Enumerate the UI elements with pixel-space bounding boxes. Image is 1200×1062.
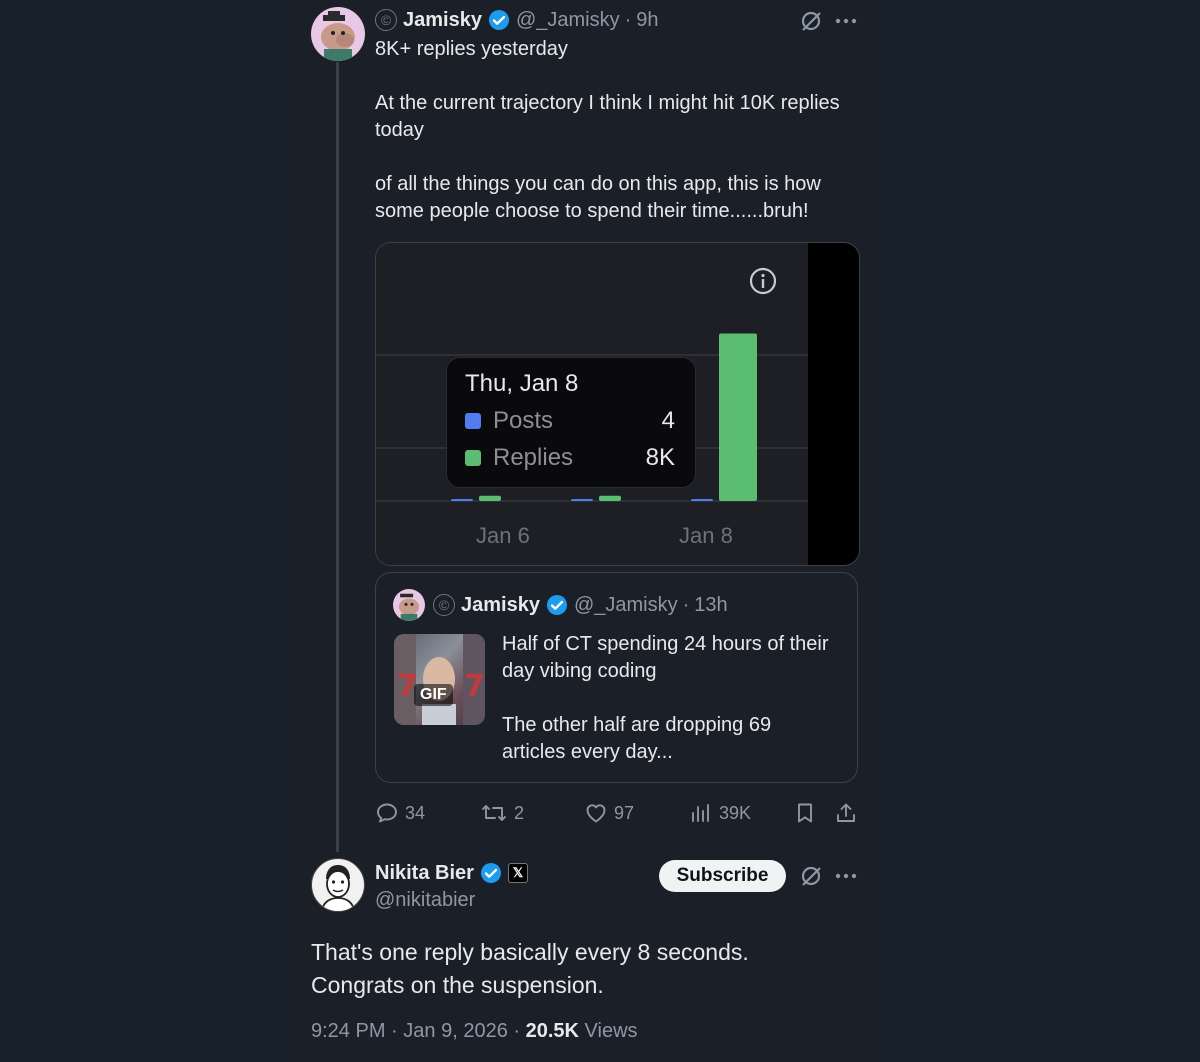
more-icon[interactable] [834,862,858,890]
bar-posts[interactable] [571,499,593,501]
chart-image[interactable]: Jan 6 Jan 8 Thu, Jan 8 Posts 4 Replies 8… [375,242,860,566]
view-count: 39K [719,802,752,823]
reply-author-name[interactable]: Nikita Bier [375,862,474,885]
copyright-icon: © [375,9,397,31]
copyright-icon: © [433,594,455,616]
verified-badge-icon [546,594,568,616]
quoted-text: Half of CT spending 24 hours of their da… [502,631,832,793]
bar-replies[interactable] [479,495,501,501]
post-paragraph: of all the things you can do on this app… [375,173,821,222]
thread-connector-line [336,62,339,852]
like-button[interactable]: 97 [584,801,634,825]
grok-icon[interactable] [798,8,824,34]
nikita-avatar[interactable] [311,858,365,912]
replies-legend-swatch [465,450,481,466]
bookmark-icon [798,803,812,823]
reply-metadata: 9:24 PM · Jan 9, 2026 · 20.5K Views [311,1020,638,1043]
reply-text: That's one reply basically every 8 secon… [311,936,871,1002]
reply-count: 34 [405,802,426,823]
repost-count: 2 [514,802,525,823]
reply-time[interactable]: 9:24 PM [311,1020,385,1042]
subscribe-button[interactable]: Subscribe [659,860,786,892]
quoted-header: © Jamisky @_Jamisky · 13h [433,591,728,619]
reply-views-label: Views [584,1020,638,1042]
timeline-page: © Jamisky @_Jamisky · 9h 8K+ replies yes… [0,0,1200,1062]
post-handle[interactable]: @_Jamisky [516,9,620,32]
capybara-avatar-icon [398,593,420,621]
reply-line: That's one reply basically every 8 secon… [311,939,749,965]
grok-icon[interactable] [798,862,824,890]
post-author-name[interactable]: Jamisky [403,9,482,32]
chart-tooltip: Thu, Jan 8 Posts 4 Replies 8K [446,357,696,488]
tooltip-value: 8K [645,444,675,471]
tooltip-row-posts: Posts 4 [465,406,675,436]
quoted-post[interactable]: © Jamisky @_Jamisky · 13h 7 7 GIF Half o… [375,572,858,783]
post-paragraph: At the current trajectory I think I migh… [375,92,840,141]
verified-badge-icon [488,9,510,31]
bar-posts[interactable] [451,499,473,501]
tooltip-value: 4 [661,407,675,434]
gif-badge: GIF [414,684,453,706]
affiliate-x-badge-icon[interactable]: 𝕏 [507,863,528,883]
quoted-paragraph: The other half are dropping 69 articles … [502,714,772,763]
post-text: 8K+ replies yesterday At the current tra… [375,36,845,252]
post-action-bar: 34 2 97 39K [375,801,858,831]
tooltip-date: Thu, Jan 8 [465,370,579,397]
quoted-author-name: Jamisky [461,593,540,616]
heart-icon [586,804,606,823]
reply-button[interactable]: 34 [375,801,425,825]
views-icon [692,804,709,822]
post-header: © Jamisky @_Jamisky · 9h [375,6,659,34]
info-icon[interactable] [748,266,778,301]
header-separator: · [624,8,632,31]
quoted-paragraph: Half of CT spending 24 hours of their da… [502,633,829,682]
gif-thumbnail[interactable]: 7 7 GIF [394,634,485,725]
svg-text:7: 7 [464,669,485,704]
tooltip-label: Replies [493,444,574,471]
reply-handle-row: @nikitabier [375,887,475,913]
jamisky-avatar[interactable] [311,7,365,61]
chart-panel: Jan 6 Jan 8 Thu, Jan 8 Posts 4 Replies 8… [376,243,808,565]
share-icon [837,803,855,822]
reply-icon [377,803,397,823]
slot-machine-image-icon: 7 7 [394,634,485,725]
more-icon[interactable] [834,8,858,34]
share-button[interactable] [834,801,864,825]
tooltip-row-replies: Replies 8K [465,443,675,473]
reply-view-count: 20.5K [525,1020,579,1042]
like-count: 97 [614,802,635,823]
bookmark-button[interactable] [793,801,823,825]
x-tick-label: Jan 6 [476,523,530,548]
post-paragraph: 8K+ replies yesterday [375,38,568,60]
bar-posts[interactable] [691,499,713,501]
repost-icon [482,805,506,821]
reply-date[interactable]: Jan 9, 2026 [403,1020,508,1042]
quoted-time: 13h [694,593,728,616]
tooltip-label: Posts [493,407,554,434]
bar-replies[interactable] [599,495,621,501]
header-separator: · [682,593,690,616]
left-background [0,0,287,1062]
views-button[interactable]: 39K [689,801,751,825]
repost-button[interactable]: 2 [480,801,524,825]
reply-header: Nikita Bier 𝕏 [375,859,528,887]
right-background [882,0,1200,1062]
meta-separator: · [391,1020,398,1042]
reply-line: Congrats on the suspension. [311,972,604,998]
reply-handle[interactable]: @nikitabier [375,889,475,912]
verified-badge-icon [480,862,502,884]
bar-replies[interactable] [719,333,757,501]
quoted-author-avatar [393,589,425,621]
post-time[interactable]: 9h [636,9,658,32]
meta-separator: · [513,1020,521,1042]
x-tick-label: Jan 8 [679,523,733,548]
quoted-handle: @_Jamisky [573,593,678,616]
posts-legend-swatch [465,413,481,429]
cartoon-portrait-icon [321,865,355,911]
capybara-avatar-icon [321,11,355,61]
